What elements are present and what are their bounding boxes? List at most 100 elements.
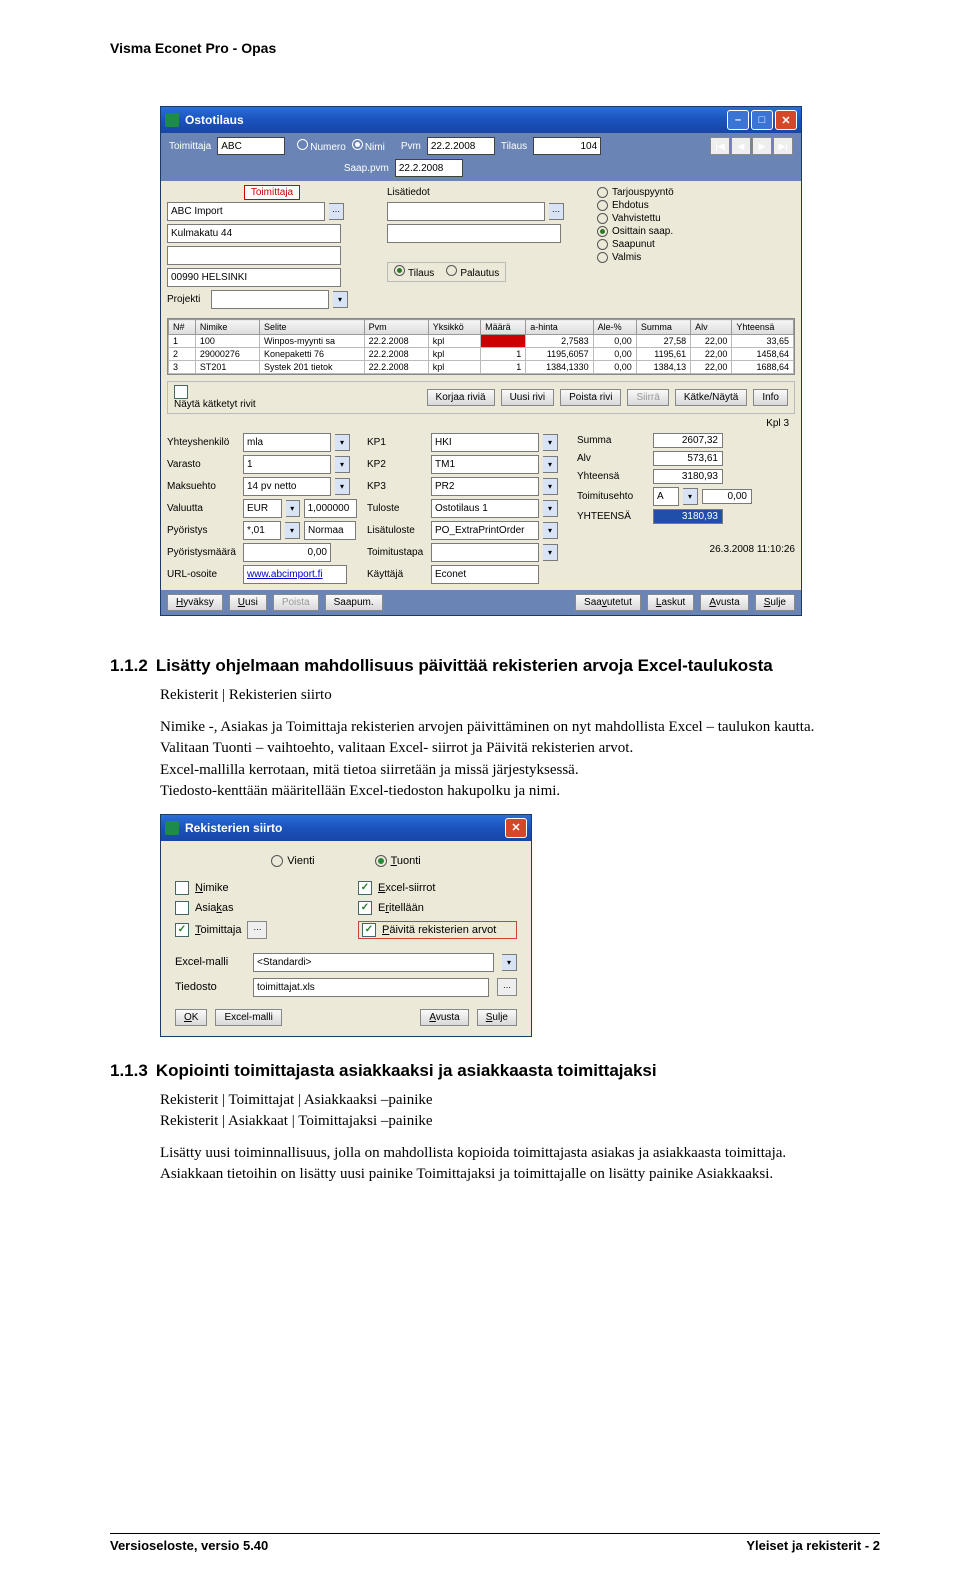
pyoristysmaara-field[interactable]: 0,00 — [243, 543, 331, 562]
tilaus-radio[interactable] — [394, 265, 405, 276]
body-paragraph: Nimike -, Asiakas ja Toimittaja rekister… — [160, 718, 880, 738]
poista-rivi-button[interactable]: Poista rivi — [560, 389, 621, 406]
order-lines-grid[interactable]: N# Nimike Selite Pvm Yksikkö Määrä a-hin… — [167, 318, 795, 375]
numero-radio[interactable] — [297, 139, 308, 150]
kpl-value: 3 — [783, 418, 789, 429]
dropdown-icon[interactable]: ▾ — [286, 500, 300, 517]
minimize-icon[interactable]: – — [727, 110, 749, 130]
lisatiedot-field[interactable] — [387, 202, 545, 221]
dropdown-icon[interactable]: ▾ — [543, 544, 558, 561]
pvm-field[interactable]: 22.2.2008 — [427, 137, 495, 155]
tilaus-field[interactable]: 104 — [533, 137, 601, 155]
tab-lisatiedot[interactable]: Lisätiedot — [387, 187, 430, 198]
excel-malli-button[interactable]: Excel-malli — [215, 1009, 281, 1026]
nimike-checkbox[interactable] — [175, 881, 189, 895]
tiedosto-field[interactable]: toimittajat.xls — [253, 978, 489, 997]
info-button[interactable]: Info — [753, 389, 788, 406]
korjaa-rivia-button[interactable]: Korjaa riviä — [427, 389, 495, 406]
nimi-radio[interactable] — [352, 139, 363, 150]
avusta-button[interactable]: Avusta — [700, 594, 748, 611]
supplier-blank-field[interactable] — [167, 246, 341, 265]
paivita-checkbox[interactable]: ✓ — [362, 923, 376, 937]
dropdown-icon[interactable]: ▾ — [543, 522, 558, 539]
dropdown-icon[interactable]: ▾ — [335, 434, 350, 451]
saavutetut-button[interactable]: Saavutetut — [575, 594, 641, 611]
laskut-button[interactable]: Laskut — [647, 594, 694, 611]
excelsiirrot-checkbox[interactable]: ✓ — [358, 881, 372, 895]
varasto-field[interactable]: 1 — [243, 455, 331, 474]
dropdown-icon[interactable]: ▾ — [683, 488, 698, 505]
lisatuloste-field[interactable]: PO_ExtraPrintOrder — [431, 521, 539, 540]
vienti-radio[interactable] — [271, 855, 283, 867]
hyvaksy-button[interactable]: Hyväksy — [167, 594, 223, 611]
toimitustapa-field[interactable] — [431, 543, 539, 562]
close-icon[interactable]: ✕ — [775, 110, 797, 130]
sulje-button[interactable]: Sulje — [477, 1009, 517, 1026]
supplier-city-field[interactable]: 00990 HELSINKI — [167, 268, 341, 287]
browse-icon[interactable]: ⋯ — [497, 978, 517, 996]
dropdown-icon[interactable]: ▾ — [543, 434, 558, 451]
maximize-icon[interactable]: □ — [751, 110, 773, 130]
ok-button[interactable]: OK — [175, 1009, 207, 1026]
nav-prev-button[interactable]: ◀ — [731, 137, 751, 155]
saap-field[interactable]: 22.2.2008 — [395, 159, 463, 177]
rekisterien-siirto-window: Rekisterien siirto ✕ Vienti Tuonti Nimik… — [160, 814, 532, 1037]
supplier-name-field[interactable]: ABC Import — [167, 202, 325, 221]
nav-last-button[interactable]: ▶| — [773, 137, 793, 155]
excel-malli-field[interactable]: <Standardi> — [253, 953, 494, 972]
table-row[interactable]: 1100Winpos-myynti sa22.2.2008kpl2,75830,… — [169, 335, 794, 348]
status-vahvistettu[interactable] — [597, 213, 608, 224]
browse-icon[interactable]: ⋯ — [247, 921, 267, 939]
nav-first-button[interactable]: |◀ — [710, 137, 730, 155]
uusi-button[interactable]: Uusi — [229, 594, 267, 611]
dropdown-icon[interactable]: ▾ — [543, 478, 558, 495]
tuonti-radio[interactable] — [375, 855, 387, 867]
tuloste-field[interactable]: Ostotilaus 1 — [431, 499, 539, 518]
status-tarjouspyynto[interactable] — [597, 187, 608, 198]
close-icon[interactable]: ✕ — [505, 818, 527, 838]
katke-nayta-button[interactable]: Kätke/Näytä — [675, 389, 747, 406]
dropdown-icon[interactable]: ▾ — [543, 500, 558, 517]
sulje-button[interactable]: Sulje — [755, 594, 795, 611]
page-footer: Versioseloste, versio 5.40 Yleiset ja re… — [110, 1533, 880, 1553]
dropdown-icon[interactable]: ▾ — [285, 522, 300, 539]
avusta-button[interactable]: Avusta — [420, 1009, 468, 1026]
dropdown-icon[interactable]: ▾ — [333, 291, 348, 308]
yhteyshenkilo-field[interactable]: mla — [243, 433, 331, 452]
kp1-field[interactable]: HKI — [431, 433, 539, 452]
maksuehto-field[interactable]: 14 pv netto — [243, 477, 331, 496]
projekti-field[interactable] — [211, 290, 329, 309]
dropdown-icon[interactable]: ▾ — [502, 954, 517, 971]
uusi-rivi-button[interactable]: Uusi rivi — [501, 389, 555, 406]
dropdown-icon[interactable]: ▾ — [543, 456, 558, 473]
nav-next-button[interactable]: ▶ — [752, 137, 772, 155]
table-row[interactable]: 229000276Konepaketti 7622.2.2008kpl11195… — [169, 348, 794, 361]
status-osittain[interactable] — [597, 226, 608, 237]
status-ehdotus[interactable] — [597, 200, 608, 211]
status-saapunut[interactable] — [597, 239, 608, 250]
supplier-addr-field[interactable]: Kulmakatu 44 — [167, 224, 341, 243]
pyoristys-mode-field[interactable]: Normaa — [304, 521, 356, 540]
kp2-field[interactable]: TM1 — [431, 455, 539, 474]
nayta-katketyt-checkbox[interactable] — [174, 385, 188, 399]
status-valmis[interactable] — [597, 252, 608, 263]
saapum-button[interactable]: Saapum. — [325, 594, 383, 611]
toimitusehto-field[interactable]: A — [653, 487, 679, 506]
url-field[interactable]: www.abcimport.fi — [243, 565, 347, 584]
asiakas-checkbox[interactable] — [175, 901, 189, 915]
lisatiedot-field-2[interactable] — [387, 224, 561, 243]
valuutta-field[interactable]: EUR — [243, 499, 282, 518]
tab-toimittaja[interactable]: Toimittaja — [244, 185, 300, 200]
table-row[interactable]: 3ST201Systek 201 tietok22.2.2008kpl11384… — [169, 361, 794, 374]
lookup-icon[interactable]: ⋯ — [329, 203, 344, 220]
kp3-field[interactable]: PR2 — [431, 477, 539, 496]
dropdown-icon[interactable]: ▾ — [335, 456, 350, 473]
valuutta-rate-field[interactable]: 1,000000 — [304, 499, 357, 518]
lookup-icon[interactable]: ⋯ — [549, 203, 564, 220]
eritellaan-checkbox[interactable]: ✓ — [358, 901, 372, 915]
toimittaja-field[interactable]: ABC — [217, 137, 285, 155]
pyoristys-field[interactable]: *,01 — [243, 521, 281, 540]
toimittaja-checkbox[interactable]: ✓ — [175, 923, 189, 937]
dropdown-icon[interactable]: ▾ — [335, 478, 350, 495]
palautus-radio[interactable] — [446, 265, 457, 276]
